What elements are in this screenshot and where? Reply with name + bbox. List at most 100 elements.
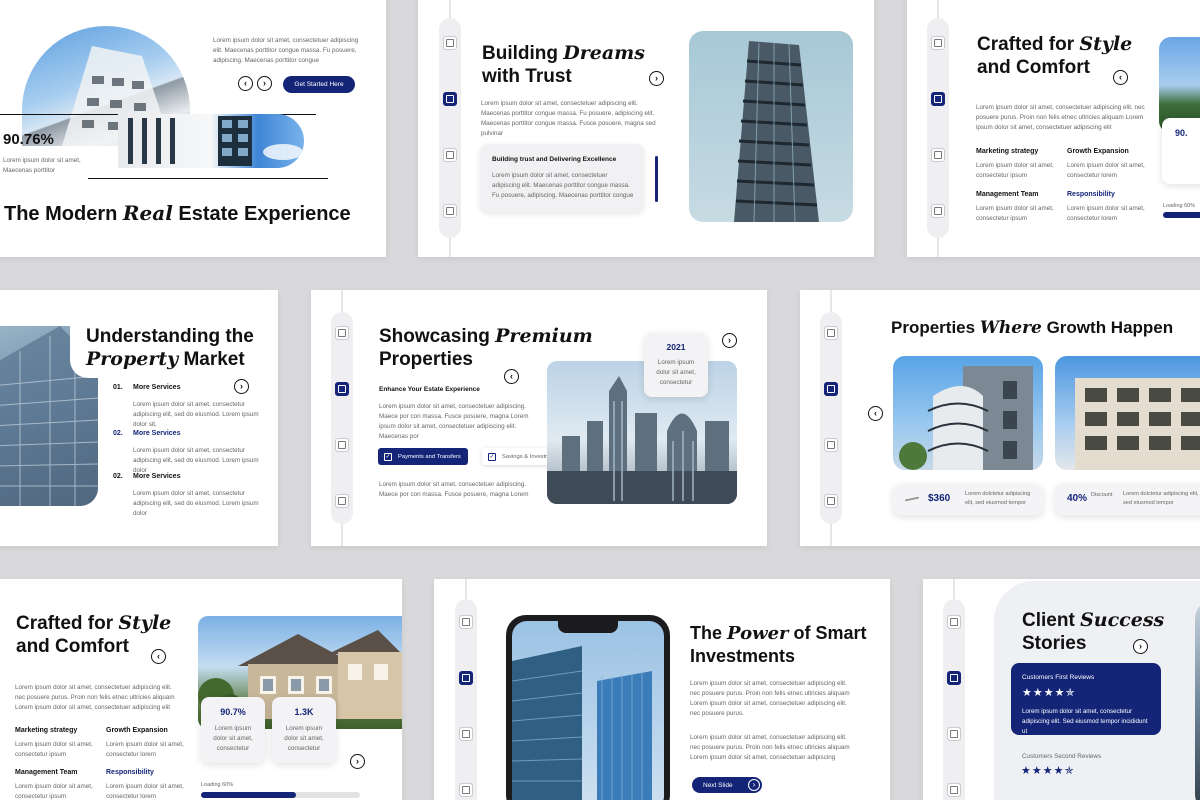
chip-payments[interactable]: ✓ Payments and Transfers xyxy=(378,448,468,465)
dashboard-icon[interactable] xyxy=(931,92,945,106)
gear-icon[interactable] xyxy=(931,204,945,218)
document-icon[interactable] xyxy=(947,615,961,629)
side-rail xyxy=(943,599,965,800)
next-arrow-button[interactable]: › xyxy=(234,379,249,394)
signature-mark xyxy=(904,496,920,502)
dashboard-icon[interactable] xyxy=(947,671,961,685)
dashboard-icon[interactable] xyxy=(459,671,473,685)
next-arrow-button[interactable]: › xyxy=(722,333,737,348)
review-title: Customers First Reviews xyxy=(1022,674,1095,681)
building-icon[interactable] xyxy=(443,148,457,162)
discount-label: Discount xyxy=(1091,492,1113,498)
side-rail xyxy=(927,18,949,238)
star-rating-2: ★★★★✯ xyxy=(1021,765,1075,777)
document-icon[interactable] xyxy=(335,326,349,340)
next-arrow-button[interactable]: › xyxy=(649,71,664,86)
price-card: $360 Lorem dolctetur adipiscing elit, se… xyxy=(893,484,1043,515)
gear-icon[interactable] xyxy=(947,783,961,797)
subtitle: Enhance Your Estate Experience xyxy=(379,386,480,393)
gear-icon[interactable] xyxy=(824,494,838,508)
phone-mockup xyxy=(506,615,670,800)
chevron-right-icon: › xyxy=(748,779,760,791)
slide-title: Building Dreams with Trust xyxy=(482,42,645,87)
document-icon[interactable] xyxy=(443,36,457,50)
slide-understanding-market[interactable]: Understanding the Property Market › 01. … xyxy=(0,290,278,546)
phone-screen-skyscrapers xyxy=(512,621,664,800)
item-label-marketing: Marketing strategy xyxy=(976,148,1039,155)
slide-showcasing-premium[interactable]: Showcasing Premium Properties ‹ Enhance … xyxy=(311,290,767,546)
item-label-marketing: Marketing strategy xyxy=(15,727,78,734)
gear-icon[interactable] xyxy=(443,204,457,218)
item-text: Lorem ipsum dolor sit amet, consectetur … xyxy=(106,783,184,800)
dashboard-icon[interactable] xyxy=(824,382,838,396)
service-label-active[interactable]: More Services xyxy=(133,430,180,437)
year-card: 2021 Lorem ipsum dolor sit amet, consect… xyxy=(644,333,708,397)
year-description: Lorem ipsum dolor sit amet, consectetur xyxy=(656,359,696,386)
progress-bar xyxy=(201,792,360,798)
item-text: Lorem ipsum dolor sit amet, consectetur … xyxy=(976,205,1054,222)
slide-title: The Modern Real Estate Experience xyxy=(4,201,351,226)
slide-power-investments[interactable]: The Power of Smart Investments Lorem ips… xyxy=(434,579,890,800)
stat-card: 90. xyxy=(1162,118,1200,184)
dashboard-icon[interactable] xyxy=(443,92,457,106)
side-rail xyxy=(820,312,842,524)
price-value: $360 xyxy=(928,493,951,504)
next-arrow-button[interactable]: › xyxy=(257,76,272,91)
get-started-button[interactable]: Get Started Here xyxy=(283,76,355,93)
building-icon[interactable] xyxy=(947,727,961,741)
next-arrow-button[interactable]: › xyxy=(1133,639,1148,654)
prev-arrow-button[interactable]: ‹ xyxy=(238,76,253,91)
building-icon[interactable] xyxy=(931,148,945,162)
building-icon[interactable] xyxy=(824,438,838,452)
document-icon[interactable] xyxy=(459,615,473,629)
phone-notch xyxy=(558,621,618,633)
prev-arrow-button[interactable]: ‹ xyxy=(1113,70,1128,85)
item-text: Lorem ipsum dolor sit amet, consectetur … xyxy=(1067,162,1145,179)
item-text: Lorem ipsum dolor sit amet, consectetur … xyxy=(15,741,93,758)
prev-arrow-button[interactable]: ‹ xyxy=(151,649,166,664)
discount-description: Lorem dolctetur adipiscing elit, sed eiu… xyxy=(1123,491,1199,506)
slide-description: Lorem ipsum dolor sit amet, consectetuer… xyxy=(481,100,656,137)
document-icon[interactable] xyxy=(931,36,945,50)
item-text: Lorem ipsum dolor sit amet, consectetur … xyxy=(1067,205,1145,222)
slide-crafted-style-top[interactable]: Crafted for Style and Comfort ‹ Lorem ip… xyxy=(907,0,1200,257)
service-label: More Services xyxy=(133,473,181,480)
discount-card: 40% Discount Lorem dolctetur adipiscing … xyxy=(1055,484,1200,515)
slide-description: Lorem ipsum dolor sit amet, consectetuer… xyxy=(379,403,529,440)
stat-value: 90. xyxy=(1175,128,1188,138)
item-text: Lorem ipsum dolor sit amet, consectetur … xyxy=(976,162,1054,179)
building-icon[interactable] xyxy=(459,727,473,741)
next-slide-button[interactable]: Next Slide › xyxy=(692,777,762,793)
item-label-responsibility: Responsibility xyxy=(1067,191,1115,198)
next-arrow-button[interactable]: › xyxy=(350,754,365,769)
slide-crafted-style-bottom[interactable]: Crafted for Style and Comfort ‹ Lorem ip… xyxy=(0,579,402,800)
building-photo-capsule xyxy=(118,114,304,168)
service-text: Lorem ipsum dolor sit amet, consectetur … xyxy=(133,401,259,428)
price-description: Lorem dolctetur adipiscing elit, sed eiu… xyxy=(965,491,1031,506)
card-description: Lorem ipsum dolor sit amet, consectetuer… xyxy=(492,172,634,199)
dashboard-icon[interactable] xyxy=(335,382,349,396)
trust-card: Building trust and Delivering Excellence… xyxy=(480,144,644,212)
prev-arrow-button[interactable]: ‹ xyxy=(504,369,519,384)
building-icon[interactable] xyxy=(335,438,349,452)
slide-client-success[interactable]: Client Success Stories › Customers First… xyxy=(923,579,1200,800)
document-icon[interactable] xyxy=(824,326,838,340)
service-label: More Services xyxy=(133,384,181,391)
review-text: Lorem ipsum dolor sit amet, consectetur … xyxy=(1022,708,1148,735)
slide-building-dreams[interactable]: Building Dreams with Trust › Lorem ipsum… xyxy=(418,0,874,257)
check-icon: ✓ xyxy=(384,452,392,461)
slide-description: Lorem ipsum dolor sit amet, consectetuer… xyxy=(15,684,175,711)
slide-modern-real-estate[interactable]: Lorem ipsum dolor sit amet, consectetuer… xyxy=(0,0,386,257)
stat-description: Lorem ipsum dolor sit amet, Maecenas por… xyxy=(3,157,81,174)
slide-grid: Lorem ipsum dolor sit amet, consectetuer… xyxy=(0,0,1200,800)
slide-description-2: Lorem ipsum dolor sit amet, consectetuer… xyxy=(379,481,529,498)
accent-bar xyxy=(655,156,658,202)
item-label-management: Management Team xyxy=(15,769,78,776)
item-text: Lorem ipsum dolor sit amet, consectetur … xyxy=(15,783,93,800)
slide-description: Lorem ipsum dolor sit amet, consectetuer… xyxy=(690,680,850,717)
slide-description: Lorem ipsum dolor sit amet, consectetuer… xyxy=(976,104,1145,131)
slide-properties-growth[interactable]: Properties Where Growth Happen ‹ $360 Lo… xyxy=(800,290,1200,546)
gear-icon[interactable] xyxy=(335,494,349,508)
gear-icon[interactable] xyxy=(459,783,473,797)
prev-arrow-button[interactable]: ‹ xyxy=(868,406,883,421)
